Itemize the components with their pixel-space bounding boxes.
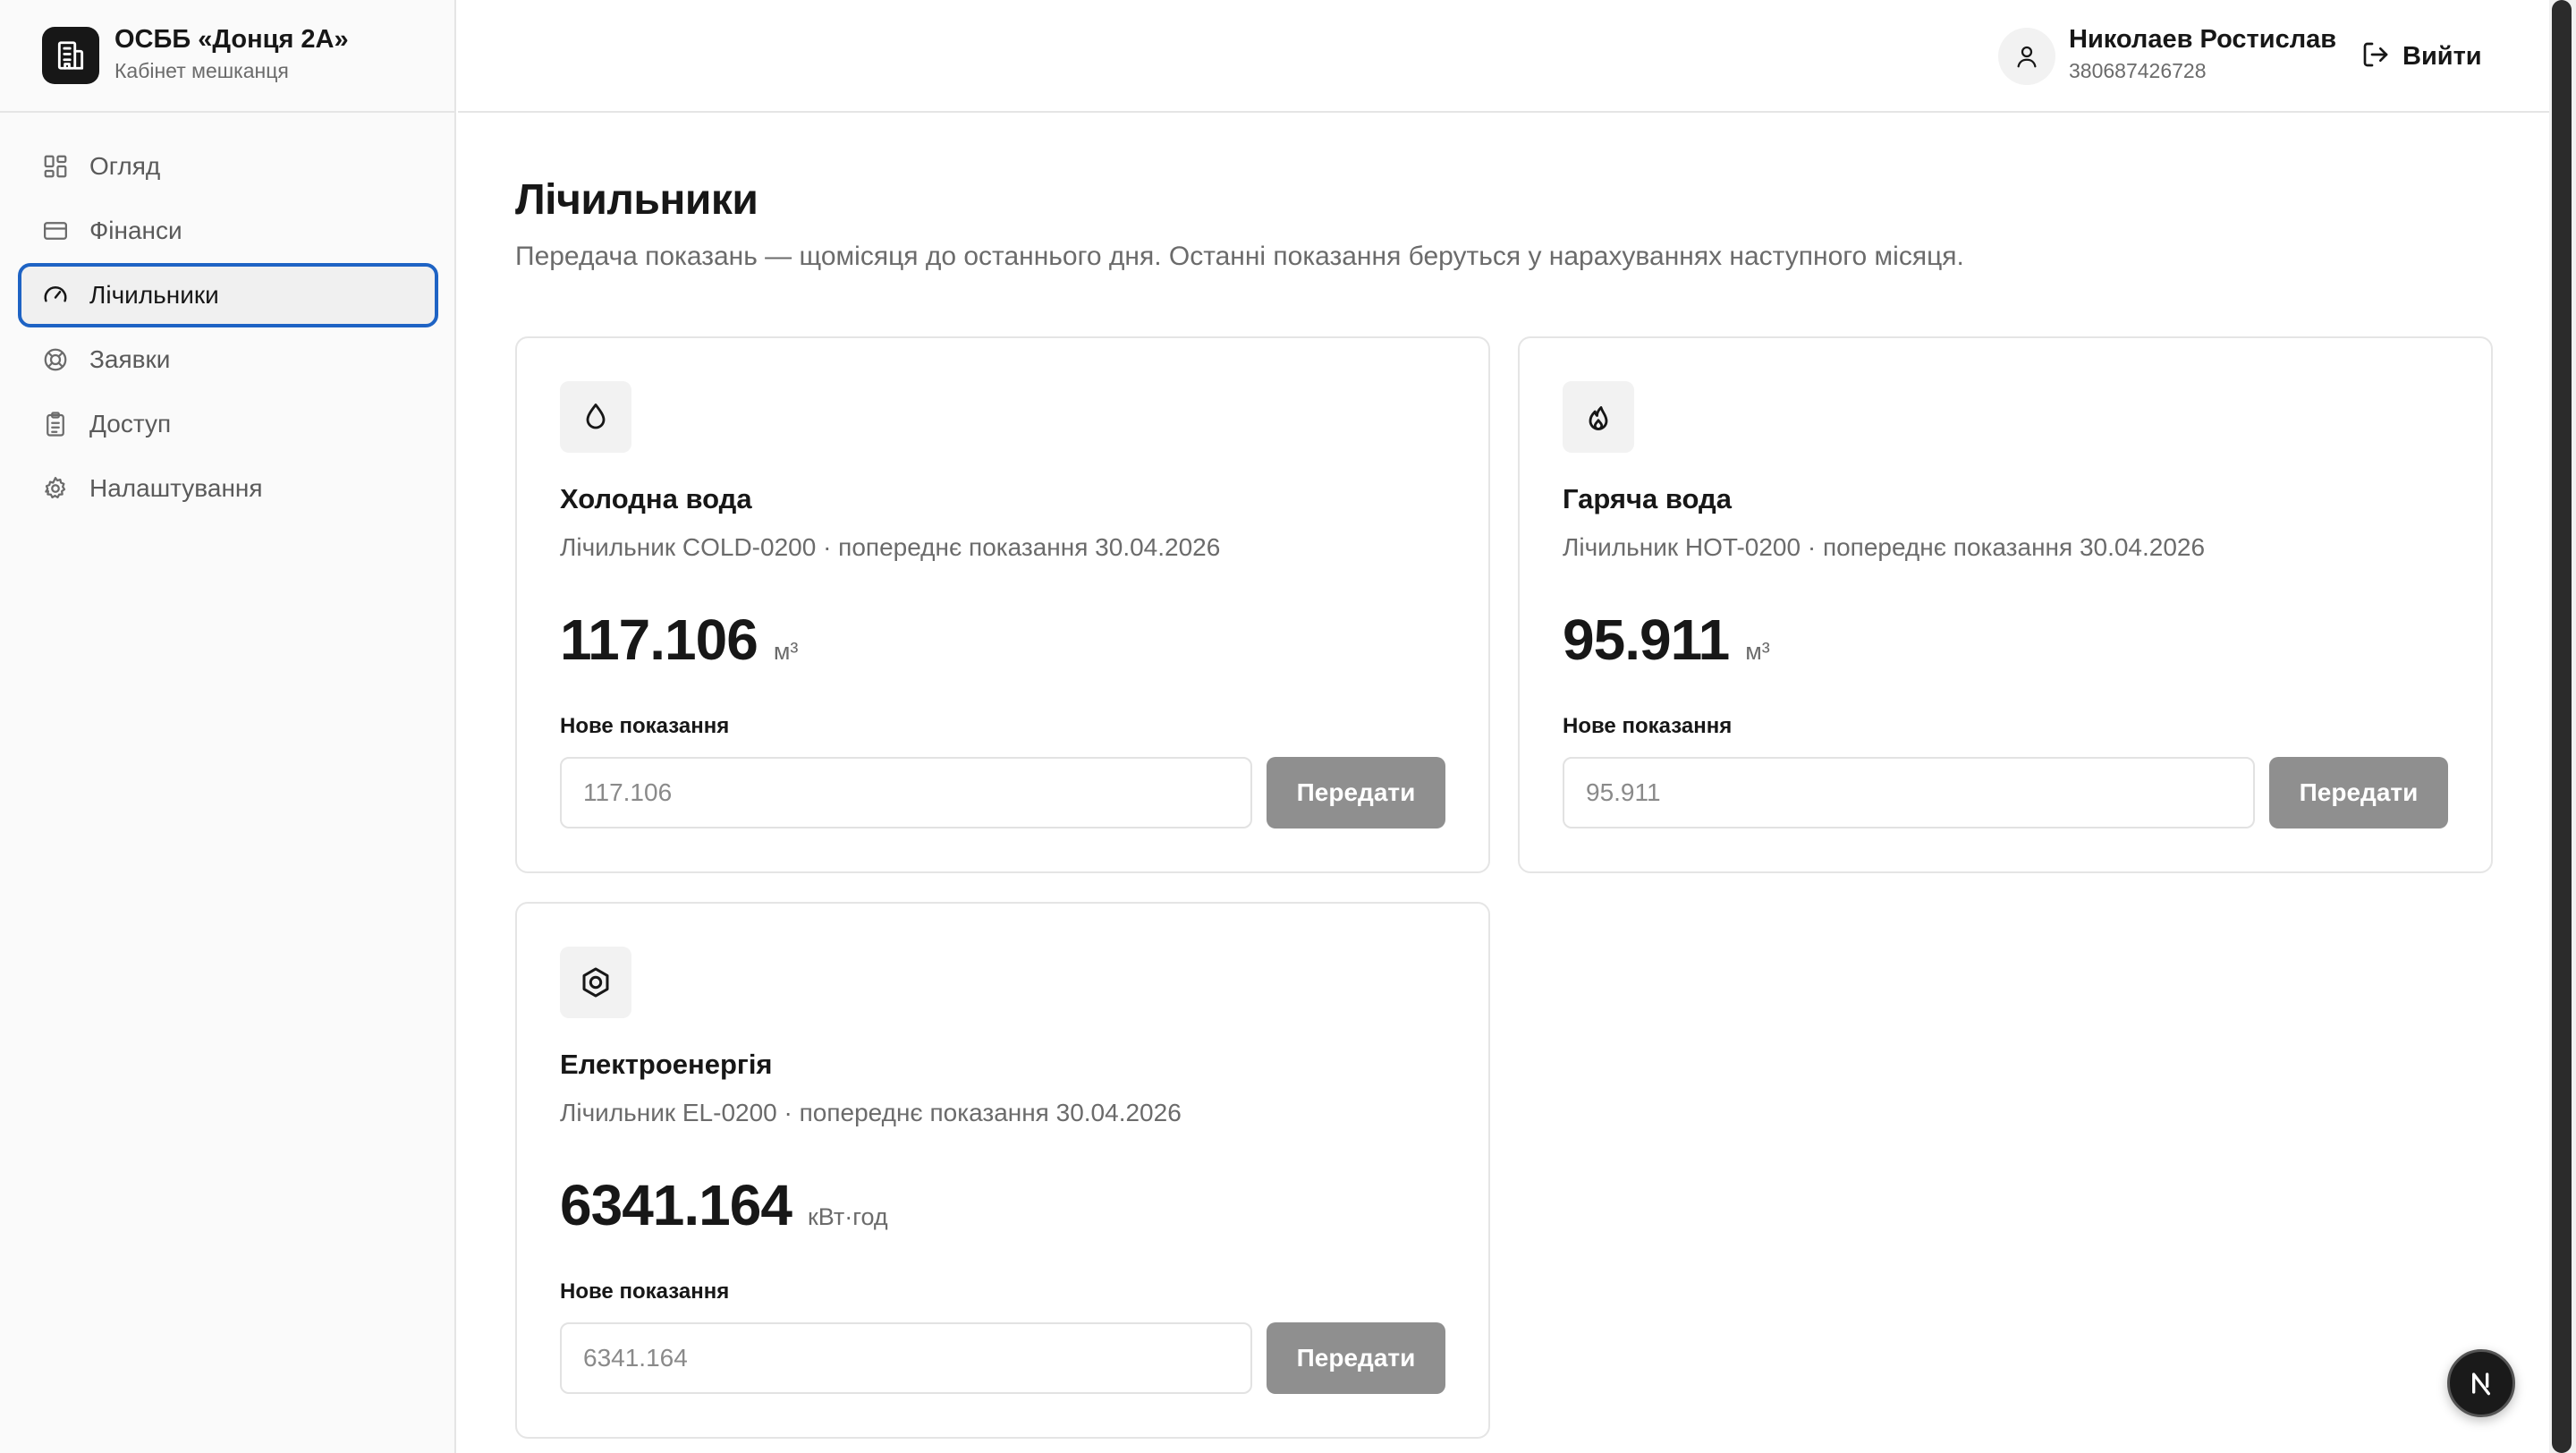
top-header: Николаев Ростислав 380687426728 Вийти [458, 0, 2549, 113]
sidebar-item-label: Фінанси [89, 217, 182, 244]
new-reading-label: Нове показання [560, 1279, 730, 1304]
submit-reading-button[interactable]: Передати [1267, 757, 1445, 828]
meter-description: Лічильник EL-0200 · попереднє показання … [560, 1099, 1182, 1126]
clipboard-icon [41, 410, 70, 438]
meter-reading: 95.911 м³ [1563, 607, 1770, 673]
app-root: ОСББ «Донця 2А» Кабінет мешканця Огляд Ф… [0, 0, 2576, 1453]
brand-subtitle: Кабінет мешканця [114, 59, 289, 82]
n-logo-icon [2472, 1372, 2490, 1396]
sidebar-item-label: Лічильники [89, 281, 219, 309]
sidebar-item-label: Огляд [89, 152, 161, 180]
new-reading-label: Нове показання [1563, 714, 1733, 738]
meter-unit: м³ [773, 638, 799, 665]
brand-title: ОСББ «Донця 2А» [114, 25, 349, 54]
meter-value: 6341.164 [560, 1173, 792, 1237]
lifebuoy-icon [41, 345, 70, 374]
flame-icon [1563, 381, 1634, 453]
meter-unit: кВт·год [807, 1203, 888, 1230]
sidebar-item-meters[interactable]: Лічильники [18, 263, 438, 327]
sidebar-item-label: Налаштування [89, 474, 263, 502]
new-reading-input[interactable] [560, 1322, 1252, 1394]
logout-icon [2361, 40, 2390, 73]
user-phone: 380687426728 [2069, 59, 2207, 82]
user-name: Николаев Ростислав [2069, 25, 2337, 54]
logout-label: Вийти [2402, 41, 2482, 71]
meter-description: Лічильник COLD-0200 · попереднє показанн… [560, 533, 1221, 561]
meter-reading: 6341.164 кВт·год [560, 1172, 888, 1238]
submit-reading-button[interactable]: Передати [2269, 757, 2448, 828]
page-subtitle: Передача показань — щомісяця до останньо… [515, 242, 1964, 271]
sidebar-item-label: Доступ [89, 410, 172, 438]
meter-title: Гаряча вода [1563, 483, 1732, 514]
sidebar-item-access[interactable]: Доступ [18, 392, 438, 456]
sidebar-item-label: Заявки [89, 345, 171, 373]
sidebar-item-requests[interactable]: Заявки [18, 327, 438, 392]
sidebar-item-finance[interactable]: Фінанси [18, 199, 438, 263]
meter-description: Лічильник HOT-0200 · попереднє показання… [1563, 533, 2206, 561]
new-reading-input[interactable] [1563, 757, 2255, 828]
droplet-icon [560, 381, 631, 453]
meter-card-cold-water: Холодна вода Лічильник COLD-0200 · попер… [515, 336, 1490, 873]
dashboard-icon [41, 152, 70, 181]
meter-unit: м³ [1745, 638, 1770, 665]
meter-title: Холодна вода [560, 483, 752, 514]
new-reading-label: Нове показання [560, 714, 730, 738]
hexagon-nut-icon [560, 947, 631, 1018]
gear-icon [41, 474, 70, 503]
sidebar-item-overview[interactable]: Огляд [18, 134, 438, 199]
gauge-icon [41, 281, 70, 310]
meter-title: Електроенергія [560, 1049, 773, 1080]
sidebar: ОСББ «Донця 2А» Кабінет мешканця Огляд Ф… [0, 0, 456, 1453]
meter-reading: 117.106 м³ [560, 607, 798, 673]
meter-card-hot-water: Гаряча вода Лічильник HOT-0200 · поперед… [1518, 336, 2493, 873]
meter-value: 117.106 [560, 608, 758, 672]
scrollbar-thumb[interactable] [2552, 0, 2572, 1453]
submit-reading-button[interactable]: Передати [1267, 1322, 1445, 1394]
logout-button[interactable]: Вийти [2361, 36, 2482, 77]
sidebar-nav: Огляд Фінанси Лічильники Заявки Доступ Н… [18, 134, 438, 521]
sidebar-item-settings[interactable]: Налаштування [18, 456, 438, 521]
meter-card-electricity: Електроенергія Лічильник EL-0200 · попер… [515, 902, 1490, 1439]
credit-card-icon [41, 217, 70, 245]
meter-value: 95.911 [1563, 608, 1730, 672]
brand-header: ОСББ «Донця 2А» Кабінет мешканця [0, 0, 456, 113]
page-title: Лічильники [515, 176, 758, 224]
new-reading-input[interactable] [560, 757, 1252, 828]
building-icon [42, 27, 99, 84]
nextjs-devtools-button[interactable] [2447, 1349, 2515, 1417]
avatar[interactable] [1998, 28, 2055, 85]
user-icon [2017, 46, 2037, 68]
